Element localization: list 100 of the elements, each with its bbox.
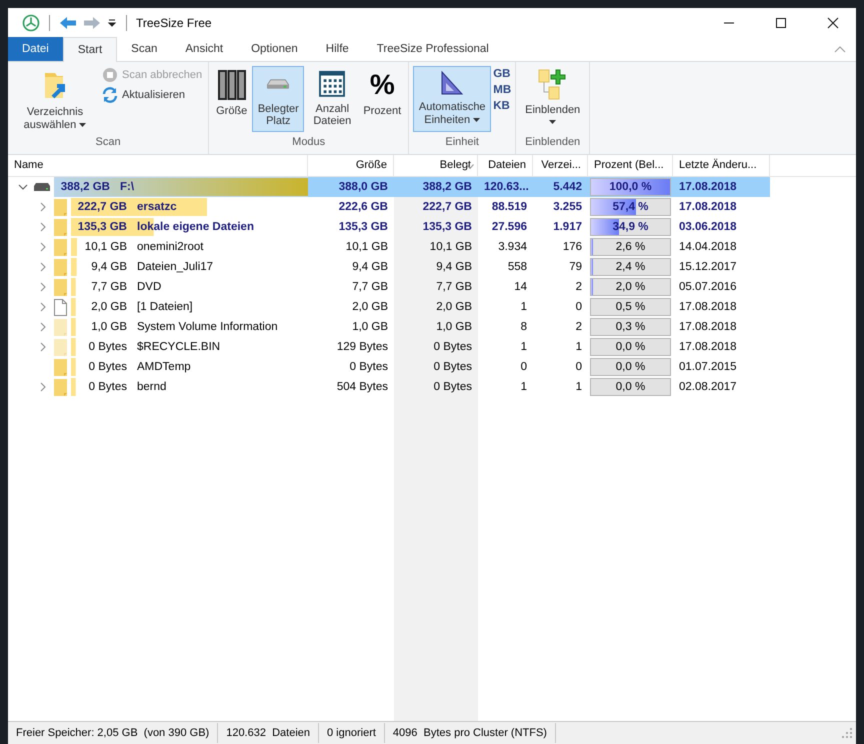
ribbon-tab[interactable]: Optionen [237,37,312,61]
unit-button[interactable]: GB [493,68,512,80]
percent-bar: 0,0 % [590,358,671,376]
folder-icon [54,318,67,336]
table-cell-text: 1 [520,300,528,315]
table-cell-text: 135,3 GB [338,220,389,235]
expand-chevron-icon[interactable] [38,222,48,232]
expand-chevron-icon[interactable] [38,242,48,252]
status-text: Freier Speicher: 2,05 GB (von 390 GB) [8,723,218,743]
size-label: 2,0 GB [91,300,127,315]
item-name[interactable]: AMDTemp [137,357,191,377]
table-cell-text: 0 [520,360,528,375]
mode-button[interactable]: % Prozent [360,66,404,132]
item-name[interactable]: DVD [137,277,162,297]
folder-icon [54,198,67,216]
folder-icon [54,378,67,396]
folders-plus-icon [538,69,568,101]
item-name[interactable]: [1 Dateien] [137,297,193,317]
column-header[interactable]: Dateien [478,155,533,176]
table-cell-text: 129 Bytes [336,340,389,355]
expand-chevron-icon[interactable] [38,382,48,392]
percent-bar: 2,4 % [590,258,671,276]
table-cell-text: 15.12.2017 [678,260,738,275]
column-header[interactable]: Prozent (Bel... [588,155,673,176]
choose-directory-button[interactable]: Verzeichnis auswählen [12,66,98,136]
table-cell-text: 1 [574,380,583,395]
table-cell-text: 1 [520,340,528,355]
ribbon-tab[interactable]: Scan [117,37,172,61]
item-name[interactable]: F:\ [120,177,134,197]
ribbon-tab[interactable]: Start [62,37,118,62]
collapse-chevron-icon[interactable] [18,182,28,192]
item-name[interactable]: System Volume Information [137,317,278,337]
auto-units-button[interactable]: Automatische Einheiten [413,66,492,132]
calendar-grid-icon [318,70,346,98]
mode-button[interactable]: Belegter Platz [252,66,304,132]
expand-chevron-icon[interactable] [38,322,48,332]
table-cell-text: 03.06.2018 [678,220,738,235]
table-cell-text: 176 [562,240,583,255]
expand-chevron-icon[interactable] [38,262,48,272]
percent-bar: 100,0 % [590,178,671,196]
table-cell-text: 3.255 [552,200,583,215]
group-label: Modus [291,136,326,150]
table-cell-text: 88.519 [490,200,528,215]
percent-bar: 0,3 % [590,318,671,336]
folder-icon [54,338,67,356]
size-label: 388,2 GB [60,180,110,195]
show-button[interactable]: Einblenden [520,66,586,136]
table-cell-text: 1,0 GB [351,320,389,335]
forward-arrow-icon[interactable] [83,16,101,30]
table-cell: 5.442 [533,177,588,197]
table-cell-text: 222,6 GB [338,200,389,215]
column-header[interactable]: Verzei... [533,155,588,176]
table-cell-text: 17.08.2018 [678,320,738,335]
column-header[interactable]: Größe [308,155,394,176]
table-cell-text: 27.596 [490,220,528,235]
item-name[interactable]: bernd [137,377,166,397]
window-title: TreeSize Free [136,16,212,30]
column-header[interactable]: Name [8,155,308,176]
table-cell-text: 02.08.2017 [678,380,738,395]
table-cell-text: 504 Bytes [336,380,389,395]
item-name[interactable]: lokale eigene Dateien [137,217,254,237]
caret-icon [473,118,480,122]
ribbon-tab[interactable]: TreeSize Professional [362,37,503,61]
item-name[interactable]: ersatzc [137,197,177,217]
file-tab[interactable]: Datei [8,37,63,61]
item-name[interactable]: Dateien_Juli17 [137,257,214,277]
app-logo-icon [22,14,40,32]
expand-chevron-icon[interactable] [38,342,48,352]
file-icon [54,298,67,316]
refresh-icon [102,87,118,103]
unit-button[interactable]: KB [493,100,512,112]
mode-button[interactable]: Größe [213,66,250,132]
group-label: Scan [94,136,122,150]
table-cell-text: 14.04.2018 [678,240,738,255]
collapse-ribbon-icon[interactable] [834,45,846,53]
table-cell: 17.08.2018 [673,177,770,197]
refresh-button[interactable]: Aktualisieren [100,86,204,104]
table-cell-text: 0 Bytes [432,380,473,395]
column-header[interactable]: Belegt [394,155,478,176]
expand-chevron-icon[interactable] [38,302,48,312]
expand-chevron-icon[interactable] [38,282,48,292]
quick-access-caret-icon[interactable] [107,18,117,28]
table-cell-text: 0 [574,360,583,375]
column-header[interactable]: Letzte Änderu... [673,155,770,176]
table-cell-text: 558 [506,260,528,275]
percent-bar: 57,4 % [590,198,671,216]
item-name[interactable]: $RECYCLE.BIN [137,337,220,357]
ribbon-tab[interactable]: Hilfe [312,37,363,61]
back-arrow-icon[interactable] [59,16,77,30]
group-label: Einheit [444,136,480,150]
unit-button[interactable]: MB [493,84,512,96]
size-label: 0 Bytes [88,360,127,375]
caret-icon [79,122,86,127]
item-name[interactable]: onemini2root [137,237,204,257]
resize-grip-icon[interactable] [842,728,852,738]
ribbon-tab[interactable]: Ansicht [171,37,238,61]
table-cell-text: 79 [568,260,583,275]
expand-chevron-icon[interactable] [38,202,48,212]
mode-button[interactable]: Anzahl Dateien [306,66,358,132]
size-label: 0 Bytes [88,380,127,395]
